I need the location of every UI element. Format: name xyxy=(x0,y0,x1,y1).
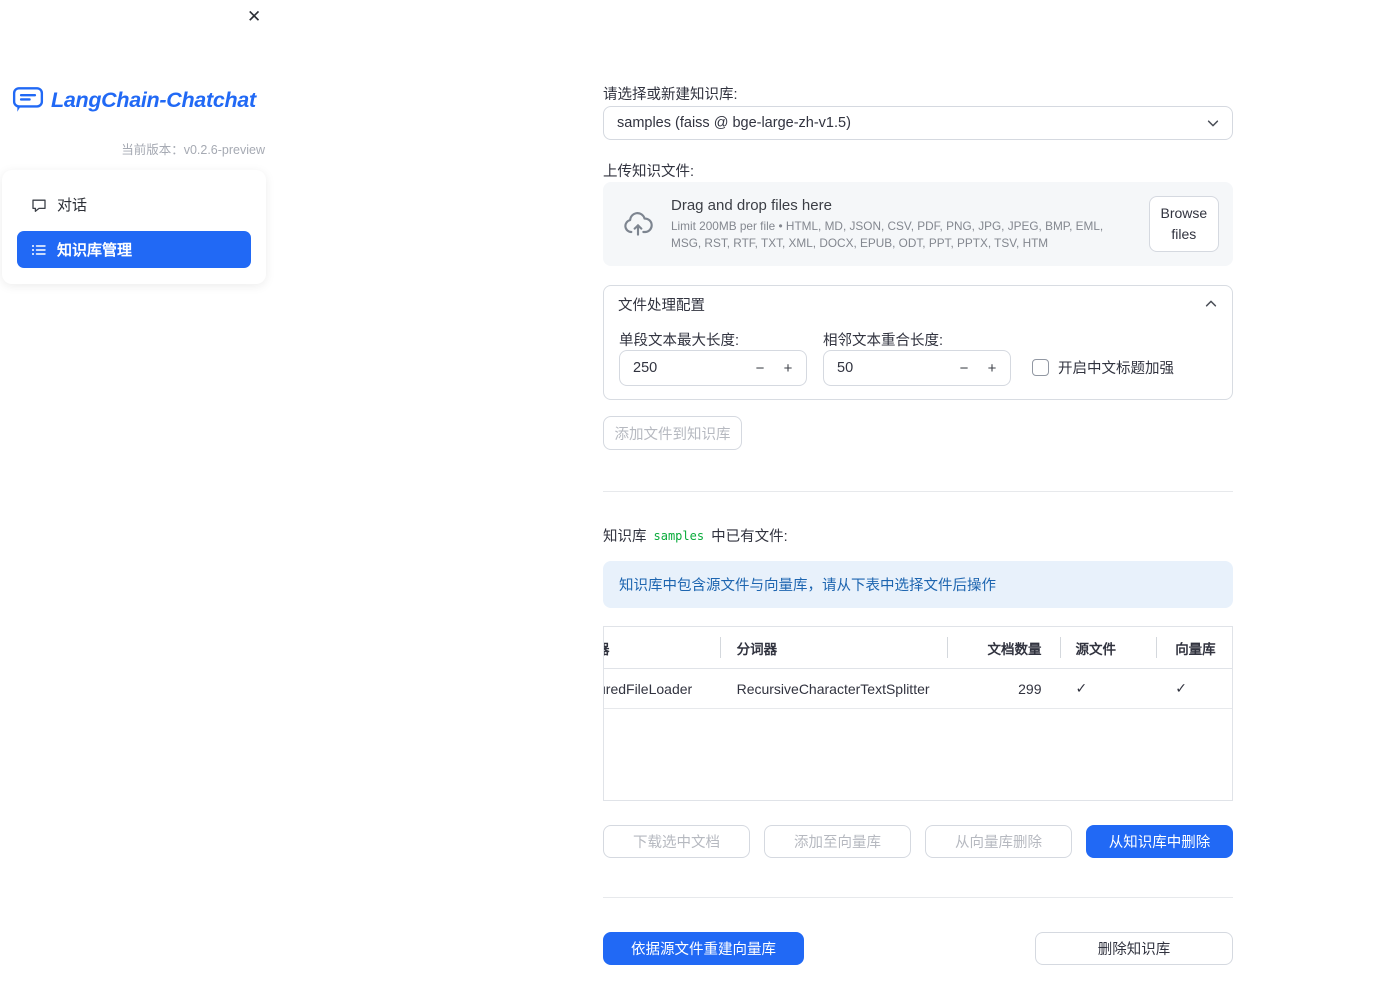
table-header-splitter[interactable]: 分词器 xyxy=(719,627,947,668)
table-header-row: 器 分词器 文档数量 源文件 向量库 xyxy=(604,627,1232,669)
download-selected-button[interactable]: 下载选中文档 xyxy=(603,825,750,858)
chat-icon xyxy=(31,197,47,213)
overlap-size-input[interactable]: 50 − + xyxy=(823,350,1011,386)
rebuild-vector-store-button[interactable]: 依据源文件重建向量库 xyxy=(603,932,804,965)
sidebar-item-knowledge-base[interactable]: 知识库管理 xyxy=(17,231,251,268)
delete-from-kb-button[interactable]: 从知识库中删除 xyxy=(1086,825,1233,858)
sidebar: ✕ LangChain-Chatchat 当前版本：v0.2.6-preview… xyxy=(0,0,280,1002)
expander-header[interactable]: 文件处理配置 xyxy=(604,286,1232,322)
table-header-docs-count[interactable]: 文档数量 xyxy=(946,627,1061,668)
kb-files-heading: 知识库 samples 中已有文件: xyxy=(603,525,788,546)
menu-item-label: 知识库管理 xyxy=(57,242,133,259)
sidebar-item-dialogue[interactable]: 对话 xyxy=(17,186,251,223)
table-header-vector-store[interactable]: 向量库 xyxy=(1156,627,1232,668)
chevron-up-icon xyxy=(1204,297,1218,311)
cell-splitter[interactable]: RecursiveCharacterTextSplitter xyxy=(720,669,947,708)
cell-docs-count[interactable]: 299 xyxy=(947,669,1061,708)
cell-loader[interactable]: uredFileLoader xyxy=(604,669,720,708)
kb-select-label: 请选择或新建知识库: xyxy=(603,87,738,103)
add-to-vector-store-button[interactable]: 添加至向量库 xyxy=(764,825,911,858)
file-config-expander: 文件处理配置 单段文本最大长度: 相邻文本重合长度: 250 − + 50 − … xyxy=(603,285,1233,400)
sidebar-menu: 对话 知识库管理 xyxy=(2,170,266,284)
kb-name-code: samples xyxy=(653,528,705,543)
expander-title: 文件处理配置 xyxy=(618,297,705,314)
divider xyxy=(603,491,1233,492)
check-icon: ✓ xyxy=(1175,680,1187,696)
table-header-source-file[interactable]: 源文件 xyxy=(1060,627,1156,668)
overlap-size-decrement-button[interactable]: − xyxy=(950,351,978,385)
logo-chat-icon xyxy=(12,86,44,114)
close-icon[interactable]: ✕ xyxy=(247,7,261,27)
kb-files-prefix: 知识库 xyxy=(603,529,647,545)
cell-vector-check[interactable]: ✓ xyxy=(1156,669,1232,708)
browse-files-button[interactable]: Browse files xyxy=(1148,196,1219,252)
main-content: 请选择或新建知识库: samples (faiss @ bge-large-zh… xyxy=(603,0,1233,1002)
chunk-size-decrement-button[interactable]: − xyxy=(746,351,774,385)
menu-item-label: 对话 xyxy=(57,197,88,214)
app-logo: LangChain-Chatchat xyxy=(12,86,256,114)
file-actions: 下载选中文档 添加至向量库 从向量库删除 从知识库中删除 xyxy=(603,825,1233,858)
logo-text: LangChain-Chatchat xyxy=(51,87,256,112)
dropzone-text: Drag and drop files here Limit 200MB per… xyxy=(671,197,1134,251)
checkbox-box[interactable] xyxy=(1032,359,1049,376)
delete-kb-button[interactable]: 删除知识库 xyxy=(1035,932,1233,965)
file-dropzone[interactable]: Drag and drop files here Limit 200MB per… xyxy=(603,182,1233,266)
kb-select-value: samples (faiss @ bge-large-zh-v1.5) xyxy=(617,115,851,131)
checkbox-label: 开启中文标题加强 xyxy=(1058,361,1174,377)
dropzone-limit: Limit 200MB per file • HTML, MD, JSON, C… xyxy=(671,218,1104,250)
upload-cloud-icon xyxy=(620,208,656,240)
chunk-size-increment-button[interactable]: + xyxy=(774,351,802,385)
divider xyxy=(603,897,1233,898)
chunk-size-label: 单段文本最大长度: xyxy=(619,333,740,349)
overlap-size-value: 50 xyxy=(837,360,854,376)
kb-select[interactable]: samples (faiss @ bge-large-zh-v1.5) xyxy=(603,106,1233,140)
delete-from-vector-store-button[interactable]: 从向量库删除 xyxy=(925,825,1072,858)
check-icon: ✓ xyxy=(1075,680,1088,696)
table-row[interactable]: uredFileLoader RecursiveCharacterTextSpl… xyxy=(604,669,1232,709)
overlap-size-increment-button[interactable]: + xyxy=(978,351,1006,385)
dropzone-title: Drag and drop files here xyxy=(671,196,832,214)
upload-files-label: 上传知识文件: xyxy=(603,164,695,180)
chunk-size-input[interactable]: 250 − + xyxy=(619,350,807,386)
list-icon xyxy=(31,242,47,258)
add-files-to-kb-button[interactable]: 添加文件到知识库 xyxy=(603,416,742,450)
table-header-loader[interactable]: 器 xyxy=(604,627,720,668)
chunk-size-value: 250 xyxy=(633,360,658,376)
info-alert: 知识库中包含源文件与向量库，请从下表中选择文件后操作 xyxy=(603,561,1233,608)
cell-source-check[interactable]: ✓ xyxy=(1060,669,1156,708)
version-label: 当前版本：v0.2.6-preview xyxy=(121,143,265,157)
overlap-size-label: 相邻文本重合长度: xyxy=(823,333,944,349)
zh-title-enhance-checkbox[interactable]: 开启中文标题加强 xyxy=(1032,357,1174,378)
chevron-down-icon xyxy=(1206,116,1220,130)
kb-files-suffix: 中已有文件: xyxy=(711,529,788,545)
files-table: 器 分词器 文档数量 源文件 向量库 uredFileLoader Recurs… xyxy=(603,626,1233,801)
